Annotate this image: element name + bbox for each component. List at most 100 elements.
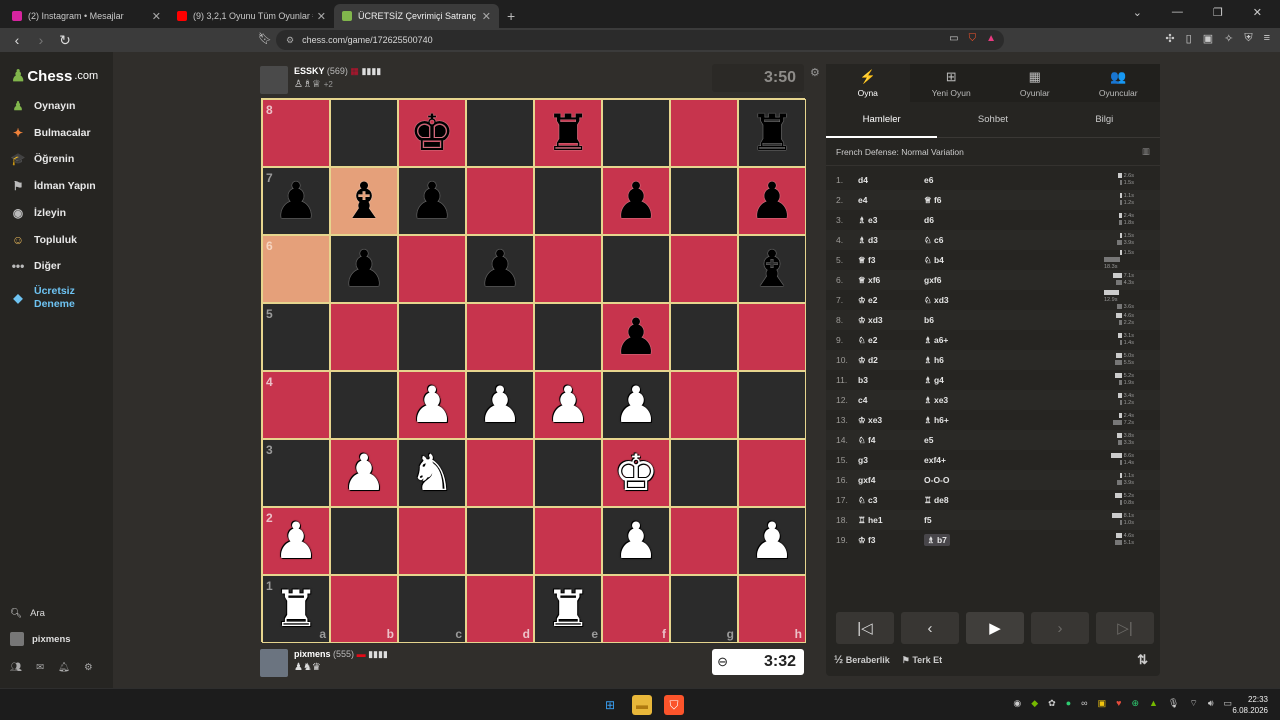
- resign-button[interactable]: ⚑ Terk Et: [902, 655, 942, 666]
- black-pawn-icon[interactable]: ♟: [614, 312, 659, 362]
- square-d7[interactable]: [466, 167, 534, 235]
- brave-browser-icon[interactable]: ⛉: [664, 695, 684, 715]
- square-h7[interactable]: ♟: [738, 167, 806, 235]
- new-tab-button[interactable]: +: [507, 4, 515, 28]
- square-g8[interactable]: [670, 99, 738, 167]
- square-h2[interactable]: ♟: [738, 507, 806, 575]
- square-b8[interactable]: [330, 99, 398, 167]
- black-pawn-icon[interactable]: ♟: [478, 244, 523, 294]
- black-pawn-icon[interactable]: ♟: [410, 176, 455, 226]
- square-h5[interactable]: [738, 303, 806, 371]
- black-move[interactable]: f5: [924, 515, 932, 525]
- subtab-0[interactable]: Hamleler: [826, 102, 938, 138]
- chess-logo[interactable]: ♟ Chess .com: [11, 66, 98, 86]
- white-pawn-icon[interactable]: ♟: [410, 380, 455, 430]
- sidebar-toggle-icon[interactable]: ▯: [1186, 32, 1192, 45]
- tray-app-icon[interactable]: ♥: [1116, 698, 1121, 709]
- square-c3[interactable]: ♞: [398, 439, 466, 507]
- tray-app-icon[interactable]: ◉: [1013, 698, 1021, 709]
- wallet-icon[interactable]: ▣: [1203, 32, 1213, 45]
- profile-button[interactable]: pixmens: [10, 632, 71, 646]
- white-move[interactable]: ♔ xe3: [858, 415, 882, 425]
- white-pawn-icon[interactable]: ♟: [614, 380, 659, 430]
- close-window-icon[interactable]: ✕: [1253, 6, 1262, 19]
- close-tab-icon[interactable]: ✕: [152, 10, 161, 23]
- back-icon[interactable]: ‹: [10, 32, 24, 48]
- black-rook-icon[interactable]: ♜: [546, 108, 591, 158]
- tray-app-icon[interactable]: ∞: [1081, 698, 1087, 709]
- square-b2[interactable]: [330, 507, 398, 575]
- black-bishop-icon[interactable]: ♝: [750, 244, 795, 294]
- square-g2[interactable]: [670, 507, 738, 575]
- square-d5[interactable]: [466, 303, 534, 371]
- white-move[interactable]: ♘ c3: [858, 495, 877, 505]
- black-move[interactable]: ♘ xd3: [924, 295, 949, 305]
- square-f7[interactable]: ♟: [602, 167, 670, 235]
- black-move[interactable]: exf4+: [924, 455, 946, 465]
- white-pawn-icon[interactable]: ♟: [478, 380, 523, 430]
- black-rook-icon[interactable]: ♜: [750, 108, 795, 158]
- square-d8[interactable]: [466, 99, 534, 167]
- square-d6[interactable]: ♟: [466, 235, 534, 303]
- white-move[interactable]: ♕ xf6: [858, 275, 880, 285]
- panel-tab-players[interactable]: 👥 Oyuncular: [1077, 64, 1161, 102]
- square-b6[interactable]: ♟: [330, 235, 398, 303]
- black-move[interactable]: d6: [924, 215, 934, 225]
- square-f3[interactable]: ♚: [602, 439, 670, 507]
- white-move[interactable]: ♗ d3: [858, 235, 878, 245]
- white-move[interactable]: b3: [858, 375, 868, 385]
- tab-list-icon[interactable]: ⌄: [1133, 6, 1142, 19]
- square-f2[interactable]: ♟: [602, 507, 670, 575]
- white-move[interactable]: ♘ e2: [858, 335, 877, 345]
- square-d3[interactable]: [466, 439, 534, 507]
- tray-app-icon[interactable]: ▲: [1149, 698, 1158, 709]
- white-move[interactable]: ♗ e3: [858, 215, 877, 225]
- black-pawn-icon[interactable]: ♟: [750, 176, 795, 226]
- sidebar-item-more[interactable]: ••• Diğer: [10, 258, 61, 274]
- square-e5[interactable]: [534, 303, 602, 371]
- black-move[interactable]: ♗ g4: [924, 375, 944, 385]
- black-move[interactable]: ♘ c6: [924, 235, 943, 245]
- square-e8[interactable]: ♜: [534, 99, 602, 167]
- black-move[interactable]: e5: [924, 435, 933, 445]
- white-pawn-icon[interactable]: ♟: [750, 516, 795, 566]
- minimize-icon[interactable]: —: [1172, 6, 1183, 19]
- square-a2[interactable]: 2 ♟: [262, 507, 330, 575]
- last-move-button[interactable]: ▷|: [1096, 612, 1154, 644]
- nvidia-icon[interactable]: ◆: [1031, 698, 1038, 709]
- board-settings-icon[interactable]: ⚙: [810, 66, 820, 79]
- notifications-icon[interactable]: 🔔︎: [58, 662, 70, 673]
- square-a3[interactable]: 3: [262, 439, 330, 507]
- square-g6[interactable]: [670, 235, 738, 303]
- black-move[interactable]: ♗ h6+: [924, 415, 949, 425]
- square-a5[interactable]: 5: [262, 303, 330, 371]
- black-move[interactable]: ♗ xe3: [924, 395, 948, 405]
- white-king-icon[interactable]: ♚: [614, 448, 659, 498]
- square-c4[interactable]: ♟: [398, 371, 466, 439]
- sidebar-item-play-board[interactable]: ♟ Oynayın: [10, 98, 76, 114]
- previous-move-button[interactable]: ‹: [901, 612, 959, 644]
- square-d2[interactable]: [466, 507, 534, 575]
- square-g1[interactable]: g: [670, 575, 738, 643]
- square-c6[interactable]: [398, 235, 466, 303]
- browser-tab[interactable]: ÜCRETSİZ Çevrimiçi Satranç (✕: [334, 4, 499, 28]
- flip-board-icon[interactable]: ⇅: [1137, 652, 1148, 668]
- square-h1[interactable]: h: [738, 575, 806, 643]
- extensions-icon[interactable]: ✣: [1165, 32, 1174, 45]
- white-knight-icon[interactable]: ♞: [410, 448, 455, 498]
- browser-tab[interactable]: (9) 3,2,1 Oyunu Tüm Oyunlar #9 | Hu✕: [169, 4, 334, 28]
- messages-icon[interactable]: ✉: [36, 662, 44, 673]
- black-move[interactable]: b6: [924, 315, 934, 325]
- battery-icon[interactable]: ▭: [1223, 698, 1232, 709]
- black-bishop-icon[interactable]: ♝: [342, 176, 387, 226]
- white-move[interactable]: ♔ e2: [858, 295, 877, 305]
- square-e1[interactable]: e ♜: [534, 575, 602, 643]
- square-g7[interactable]: [670, 167, 738, 235]
- square-a4[interactable]: 4: [262, 371, 330, 439]
- black-move[interactable]: ♗ a6+: [924, 335, 948, 345]
- square-b3[interactable]: ♟: [330, 439, 398, 507]
- square-d4[interactable]: ♟: [466, 371, 534, 439]
- maximize-icon[interactable]: ❐: [1213, 6, 1223, 19]
- search-button[interactable]: 🔍︎ Ara: [10, 608, 45, 619]
- sidebar-item-watch[interactable]: ◉ İzleyin: [10, 205, 66, 221]
